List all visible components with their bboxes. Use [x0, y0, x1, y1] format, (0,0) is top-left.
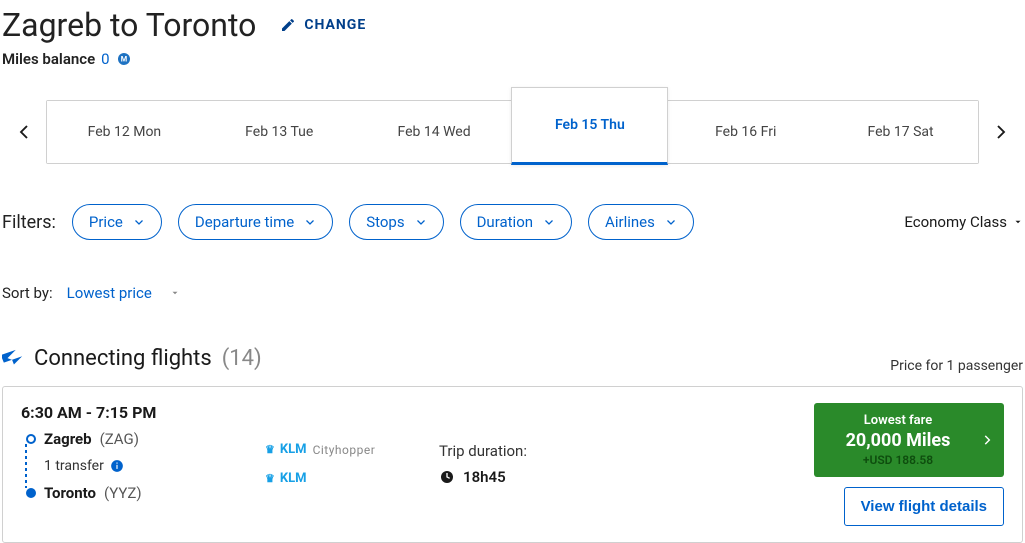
origin: Zagreb (ZAG): [26, 430, 241, 448]
change-label: CHANGE: [304, 17, 366, 33]
route-dot-icon: [26, 434, 36, 444]
flight-times: 6:30 AM - 7:15 PM: [21, 403, 241, 422]
change-link[interactable]: CHANGE: [280, 17, 366, 33]
view-details-button[interactable]: View flight details: [844, 487, 1004, 526]
cabin-class-select[interactable]: Economy Class: [904, 213, 1023, 231]
filter-airlines[interactable]: Airlines: [588, 204, 694, 240]
route-dot-icon: [26, 488, 36, 498]
date-next-button[interactable]: [979, 100, 1023, 164]
filter-price[interactable]: Price: [72, 204, 162, 240]
chevron-down-icon: [415, 216, 427, 228]
date-tab[interactable]: Feb 12 Mon: [47, 101, 202, 163]
transfer-count[interactable]: 1 transfer: [44, 458, 241, 474]
sort-select[interactable]: Lowest price: [67, 284, 180, 302]
miles-icon: M: [116, 51, 132, 67]
chevron-down-icon: [665, 216, 677, 228]
airline-logo-klm-cityhopper: ♛ KLM Cityhopper: [265, 442, 415, 457]
chevron-right-icon: [980, 433, 994, 447]
plane-icon: [2, 348, 24, 370]
date-tabs: Feb 12 Mon Feb 13 Tue Feb 14 Wed Feb 15 …: [46, 100, 979, 164]
chevron-left-icon: [15, 120, 33, 144]
flight-card: 6:30 AM - 7:15 PM Zagreb (ZAG) 1 transfe…: [2, 386, 1023, 543]
destination: Toronto (YYZ): [26, 484, 241, 502]
filter-duration[interactable]: Duration: [460, 204, 572, 240]
filters-label: Filters:: [2, 212, 56, 233]
clock-icon: [439, 469, 455, 485]
duration-label: Trip duration:: [439, 442, 619, 460]
caret-down-icon: [1013, 217, 1023, 227]
filter-departure-time[interactable]: Departure time: [178, 204, 333, 240]
date-prev-button[interactable]: [2, 100, 46, 164]
caret-down-icon: [170, 288, 180, 298]
miles-value: 0: [101, 50, 109, 68]
miles-balance: Miles balance 0 M: [2, 50, 1023, 68]
duration-value: 18h45: [439, 468, 619, 486]
pencil-icon: [280, 17, 296, 33]
airline-logo-klm: ♛ KLM: [265, 471, 415, 486]
date-tab[interactable]: Feb 16 Fri: [668, 101, 823, 163]
section-title: Connecting flights (14): [2, 346, 262, 371]
passenger-note: Price for 1 passenger: [890, 358, 1023, 374]
date-tab[interactable]: Feb 14 Wed: [357, 101, 512, 163]
chevron-right-icon: [992, 120, 1010, 144]
date-tab-selected[interactable]: Feb 15 Thu: [511, 87, 668, 165]
miles-label: Miles balance: [2, 50, 95, 68]
chevron-down-icon: [304, 216, 316, 228]
page-title: Zagreb to Toronto: [2, 6, 256, 44]
sort-label: Sort by:: [2, 284, 53, 302]
info-icon: [110, 459, 124, 473]
date-tab[interactable]: Feb 13 Tue: [202, 101, 357, 163]
lowest-fare-button[interactable]: Lowest fare 20,000 Miles +USD 188.58: [814, 403, 1004, 477]
chevron-down-icon: [133, 216, 145, 228]
filter-stops[interactable]: Stops: [349, 204, 443, 240]
svg-text:M: M: [120, 55, 126, 64]
chevron-down-icon: [543, 216, 555, 228]
date-tab[interactable]: Feb 17 Sat: [823, 101, 978, 163]
